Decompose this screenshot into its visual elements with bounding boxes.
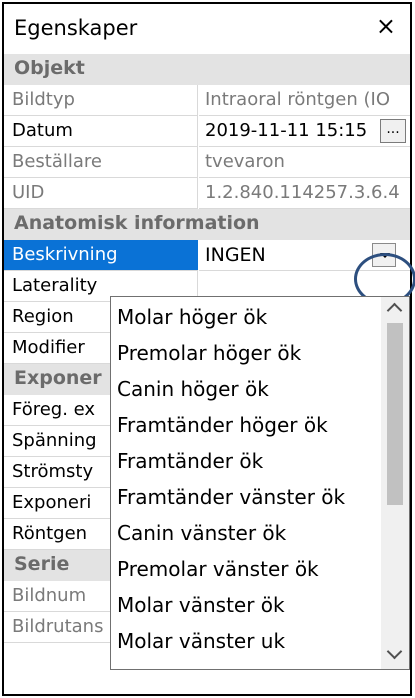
dropdown-item[interactable]: Molar vänster ök bbox=[117, 587, 285, 623]
dropdown-item[interactable]: Molar höger ök bbox=[117, 299, 267, 335]
dropdown-item[interactable]: Framtänder vänster ök bbox=[117, 479, 345, 515]
dropdown-item[interactable]: Molar vänster uk bbox=[117, 623, 285, 659]
property-name: Beställare bbox=[4, 147, 198, 178]
beskrivning-dropdown-list[interactable]: Molar höger ök Premolar höger ök Canin h… bbox=[110, 296, 410, 670]
category-label: Objekt bbox=[14, 57, 85, 79]
property-value: tvevaron bbox=[199, 147, 410, 178]
scrollbar-thumb[interactable] bbox=[387, 323, 403, 505]
dropdown-item[interactable]: Framtänder höger ök bbox=[117, 407, 328, 443]
datum-ellipsis-button[interactable]: ... bbox=[380, 119, 406, 143]
category-label: Serie bbox=[14, 553, 70, 575]
dropdown-item[interactable]: Canin vänster ök bbox=[117, 515, 286, 551]
category-objekt[interactable]: Objekt bbox=[4, 54, 410, 85]
category-label: Anatomisk information bbox=[14, 212, 260, 234]
property-value: Intraoral röntgen (IO bbox=[199, 85, 410, 116]
property-value: 1.2.840.114257.3.6.4 bbox=[199, 178, 410, 209]
row-beskrivning[interactable]: Beskrivning INGEN bbox=[4, 240, 410, 271]
property-name-selected: Beskrivning bbox=[4, 240, 198, 271]
property-value: 2019-11-11 15:15 bbox=[199, 116, 410, 147]
category-label: Exponer bbox=[14, 367, 102, 389]
row-datum[interactable]: Datum 2019-11-11 15:15 ... bbox=[4, 116, 410, 147]
dropdown-item[interactable]: Canin höger ök bbox=[117, 371, 269, 407]
dropdown-item[interactable]: Premolar höger ök bbox=[117, 335, 301, 371]
row-bestallare[interactable]: Beställare tvevaron bbox=[4, 147, 410, 178]
property-name: Bildtyp bbox=[4, 85, 198, 116]
close-icon[interactable]: × bbox=[376, 12, 396, 40]
row-bildtyp[interactable]: Bildtyp Intraoral röntgen (IO bbox=[4, 85, 410, 116]
chevron-down-icon[interactable] bbox=[386, 643, 403, 660]
row-uid[interactable]: UID 1.2.840.114257.3.6.4 bbox=[4, 178, 410, 209]
beskrivning-value: INGEN bbox=[205, 244, 266, 266]
title-bar: Egenskaper × bbox=[4, 4, 410, 54]
category-anatomisk[interactable]: Anatomisk information bbox=[4, 209, 410, 240]
window-title: Egenskaper bbox=[14, 16, 138, 40]
dropdown-item[interactable]: Premolar vänster ök bbox=[117, 551, 319, 587]
datum-value: 2019-11-11 15:15 bbox=[205, 120, 368, 141]
property-name: UID bbox=[4, 178, 198, 209]
chevron-up-icon[interactable] bbox=[386, 302, 403, 319]
dropdown-scrollbar[interactable] bbox=[381, 297, 409, 669]
dropdown-item[interactable]: Framtänder ök bbox=[117, 443, 263, 479]
property-name: Datum bbox=[4, 116, 198, 147]
